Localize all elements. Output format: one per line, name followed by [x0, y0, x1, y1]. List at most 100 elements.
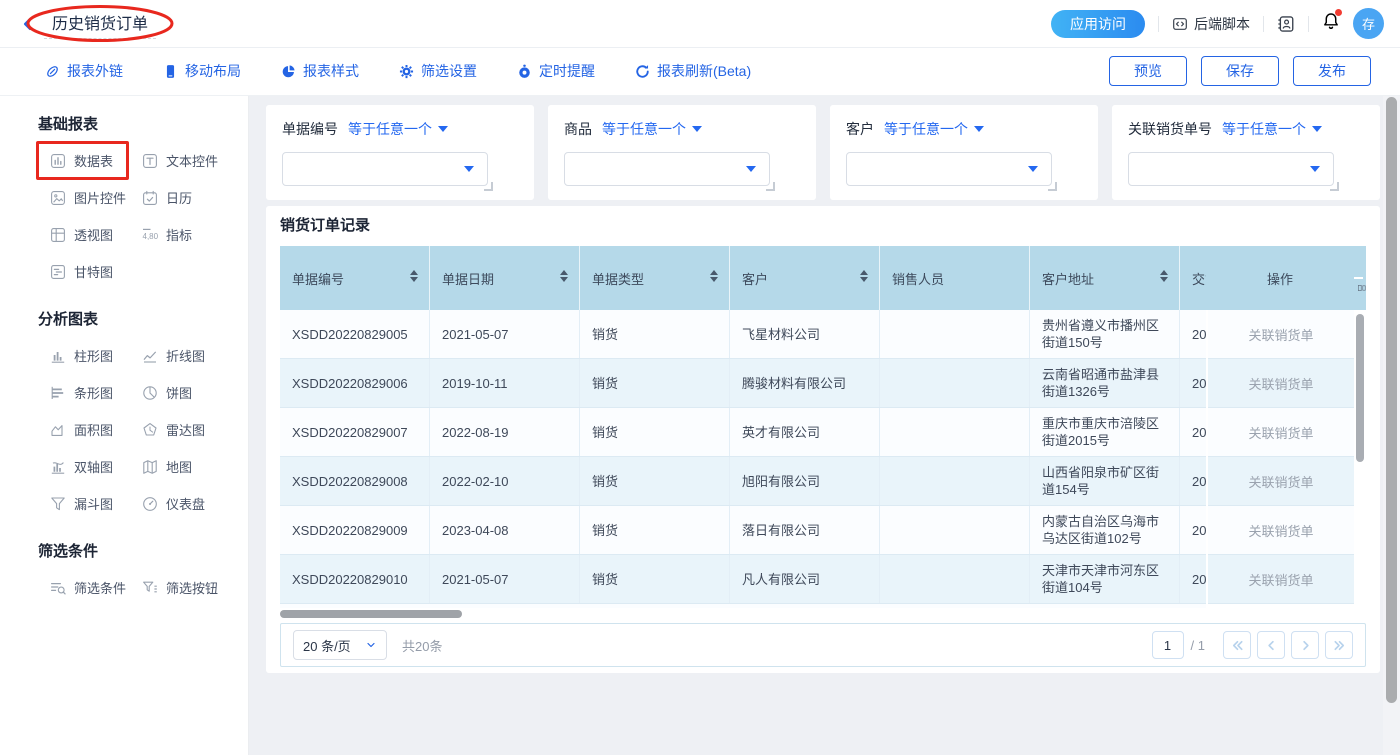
cell-salesperson	[880, 310, 1030, 358]
sidebar-item-data-table[interactable]: 数据表	[48, 149, 115, 172]
link-sales-order-action[interactable]: 关联销货单	[1208, 359, 1354, 408]
sidebar-item-map-chart[interactable]: 地图	[140, 455, 194, 478]
column-header-label: 单据日期	[442, 269, 494, 288]
next-page-button[interactable]	[1291, 631, 1319, 659]
last-page-button[interactable]	[1325, 631, 1353, 659]
filter-widget-linked-sales-no-filter[interactable]: 关联销货单号等于任意一个	[1112, 105, 1380, 200]
filter-label: 单据编号	[282, 119, 338, 139]
column-header-order_no[interactable]: 单据编号	[280, 246, 430, 310]
filter-value-select[interactable]	[846, 152, 1052, 186]
preview-button[interactable]: 预览	[1109, 56, 1187, 86]
sort-icon[interactable]	[410, 270, 418, 282]
notification-bell-button[interactable]	[1322, 12, 1340, 35]
cell-date: 2021-05-07	[430, 555, 580, 603]
vertical-scrollbar-thumb[interactable]	[1356, 314, 1364, 462]
sidebar-item-label: 筛选按钮	[166, 578, 218, 597]
sidebar-item-label: 筛选条件	[74, 578, 126, 597]
publish-button[interactable]: 发布	[1293, 56, 1371, 86]
backend-script-button[interactable]: 后端脚本	[1172, 14, 1250, 34]
filter-operator-link[interactable]: 等于任意一个	[602, 119, 702, 139]
sidebar-section: 筛选条件筛选条件筛选按钮	[0, 540, 248, 599]
toolbar-item-mobile-layout[interactable]: 移动布局	[163, 61, 241, 81]
sidebar-item-label: 文本控件	[166, 151, 218, 170]
filter-label: 商品	[564, 119, 592, 139]
toolbar-item-scheduled-reminder[interactable]: 定时提醒	[517, 61, 595, 81]
link-sales-order-action[interactable]: 关联销货单	[1208, 408, 1354, 457]
page-size-select[interactable]: 20 条/页	[293, 630, 387, 660]
sidebar-item-text-widget[interactable]: 文本控件	[140, 149, 220, 172]
sidebar-item-pivot-view[interactable]: 透视图	[48, 223, 115, 246]
sidebar-item-gantt[interactable]: 甘特图	[48, 260, 115, 283]
column-header-address[interactable]: 客户地址	[1030, 246, 1180, 310]
page-title[interactable]: 历史销货订单	[44, 9, 156, 39]
sidebar-item-column-chart[interactable]: 柱形图	[48, 344, 115, 367]
column-header-customer[interactable]: 客户	[730, 246, 880, 310]
app-access-button[interactable]: 应用访问	[1051, 10, 1145, 38]
sort-icon[interactable]	[710, 270, 718, 282]
sidebar-item-label: 地图	[166, 457, 192, 476]
save-button[interactable]: 保存	[1201, 56, 1279, 86]
filter-value-select[interactable]	[282, 152, 488, 186]
sidebar-item-label: 仪表盘	[166, 494, 205, 513]
sidebar-item-metric[interactable]: 指标	[140, 223, 194, 246]
sidebar-item-funnel-chart[interactable]: 漏斗图	[48, 492, 115, 515]
filter-operator-link[interactable]: 等于任意一个	[884, 119, 984, 139]
sidebar-item-radar-chart[interactable]: 雷达图	[140, 418, 207, 441]
column-header-salesperson[interactable]: 销售人员	[880, 246, 1030, 310]
filter-widget-order-no-filter[interactable]: 单据编号等于任意一个	[266, 105, 534, 200]
double-right-arrow-icon	[1332, 638, 1347, 653]
toolbar-item-report-refresh[interactable]: 报表刷新(Beta)	[635, 61, 751, 81]
data-table-widget[interactable]: 销货订单记录 单据编号单据日期单据类型客户销售人员客户地址交货 操作 吕 XSD…	[266, 206, 1380, 673]
sidebar-item-dual-axis-chart[interactable]: 双轴图	[48, 455, 115, 478]
sidebar-item-calendar[interactable]: 日历	[140, 186, 194, 209]
avatar[interactable]: 存	[1353, 8, 1384, 39]
sidebar-item-gauge-chart[interactable]: 仪表盘	[140, 492, 207, 515]
filter-value-select[interactable]	[1128, 152, 1334, 186]
sidebar-item-image-widget[interactable]: 图片控件	[48, 186, 128, 209]
first-page-button[interactable]	[1223, 631, 1251, 659]
toolbar-actions: 预览 保存 发布	[1109, 56, 1371, 86]
sidebar-item-filter-condition[interactable]: 筛选条件	[48, 576, 128, 599]
filter-widget-product-filter[interactable]: 商品等于任意一个	[548, 105, 816, 200]
filter-operator-link[interactable]: 等于任意一个	[1222, 119, 1322, 139]
dual-axis-icon	[50, 459, 66, 475]
back-button[interactable]	[20, 16, 36, 32]
filter-value-select[interactable]	[564, 152, 770, 186]
filter-label: 关联销货单号	[1128, 119, 1212, 139]
page-scrollbar-thumb[interactable]	[1386, 97, 1397, 703]
sort-icon[interactable]	[860, 270, 868, 282]
table-row: XSDD202208290062019-10-11销货腾骏材料有限公司云南省昭通…	[280, 359, 1206, 408]
column-header-date[interactable]: 单据日期	[430, 246, 580, 310]
horizontal-scrollbar-thumb[interactable]	[280, 610, 462, 618]
cell-salesperson	[880, 408, 1030, 456]
sort-icon[interactable]	[560, 270, 568, 282]
divider	[1158, 16, 1159, 32]
column-header-delivery[interactable]: 交货	[1180, 246, 1206, 310]
sidebar-item-area-chart[interactable]: 面积图	[48, 418, 115, 441]
link-sales-order-action[interactable]: 关联销货单	[1208, 506, 1354, 555]
column-header-type[interactable]: 单据类型	[580, 246, 730, 310]
cell-delivery: 202	[1180, 359, 1206, 407]
sidebar-item-pie-chart[interactable]: 饼图	[140, 381, 194, 404]
corner-dash	[1354, 277, 1363, 279]
toolbar-item-report-style[interactable]: 报表样式	[281, 61, 359, 81]
prev-page-button[interactable]	[1257, 631, 1285, 659]
manual-button[interactable]	[1277, 15, 1295, 33]
link-sales-order-action[interactable]: 关联销货单	[1208, 457, 1354, 506]
toolbar-item-report-link[interactable]: 报表外链	[45, 61, 123, 81]
cell-address: 山西省阳泉市矿区街道154号	[1030, 457, 1180, 505]
divider	[1308, 16, 1309, 32]
link-sales-order-action[interactable]: 关联销货单	[1208, 310, 1354, 359]
toolbar-item-filter-settings[interactable]: 筛选设置	[399, 61, 477, 81]
toolbar-item-label: 定时提醒	[539, 61, 595, 81]
link-sales-order-action[interactable]: 关联销货单	[1208, 555, 1354, 604]
sidebar-item-bar-chart[interactable]: 条形图	[48, 381, 115, 404]
sales-order-table: 单据编号单据日期单据类型客户销售人员客户地址交货 操作 吕 XSDD202208…	[280, 246, 1366, 667]
filter-widget-customer-filter[interactable]: 客户等于任意一个	[830, 105, 1098, 200]
caret-down-icon	[692, 126, 702, 132]
filter-operator-link[interactable]: 等于任意一个	[348, 119, 448, 139]
page-number-input[interactable]: 1	[1152, 631, 1184, 659]
sort-icon[interactable]	[1160, 270, 1168, 282]
sidebar-item-filter-button[interactable]: 筛选按钮	[140, 576, 220, 599]
sidebar-item-line-chart[interactable]: 折线图	[140, 344, 207, 367]
